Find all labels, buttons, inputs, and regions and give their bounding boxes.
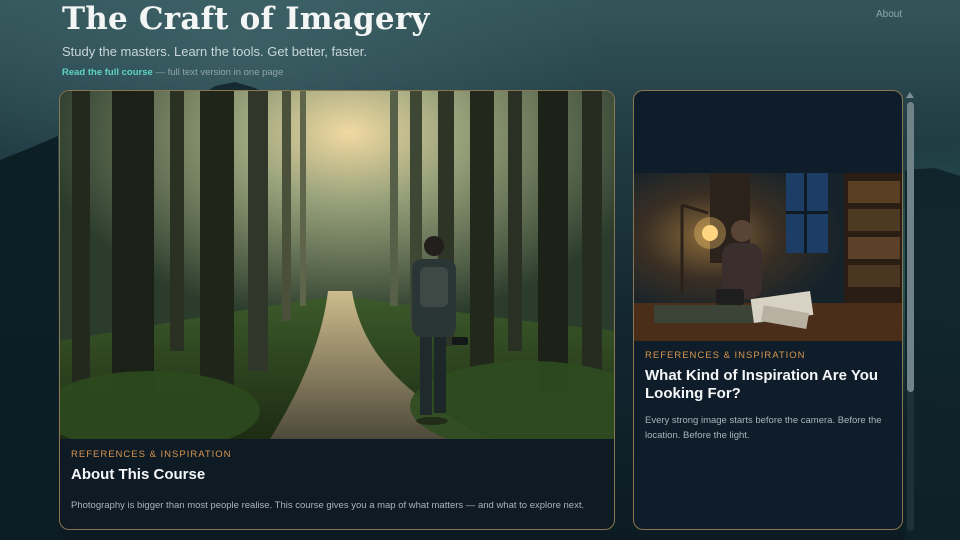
card-category: REFERENCES & INSPIRATION: [71, 449, 232, 460]
card-category: REFERENCES & INSPIRATION: [645, 350, 806, 361]
card-excerpt: Photography is bigger than most people r…: [71, 500, 585, 511]
course-card-about[interactable]: REFERENCES & INSPIRATION About This Cour…: [59, 90, 615, 530]
scroll-thumb[interactable]: [907, 102, 914, 392]
read-full-course-link[interactable]: Read the full course: [62, 67, 153, 78]
card-text: REFERENCES & INSPIRATION What Kind of In…: [645, 350, 891, 443]
card-title[interactable]: What Kind of Inspiration Are You Looking…: [645, 367, 891, 403]
course-card-inspiration[interactable]: REFERENCES & INSPIRATION What Kind of In…: [633, 90, 903, 530]
site-tagline: Study the masters. Learn the tools. Get …: [62, 44, 367, 59]
course-link-note: — full text version in one page: [152, 67, 284, 78]
scroll-up-arrow-icon[interactable]: [906, 92, 914, 98]
forest-photo-icon: [60, 91, 614, 439]
nav-about-link[interactable]: About: [876, 9, 902, 20]
card-title[interactable]: About This Course: [71, 466, 603, 484]
card-text: REFERENCES & INSPIRATION About This Cour…: [71, 449, 603, 513]
site-title: The Craft of Imagery: [62, 1, 430, 37]
vertical-scrollbar[interactable]: [906, 92, 915, 532]
desk-lamp-photo-icon: [634, 173, 902, 341]
card-excerpt: Every strong image starts before the cam…: [645, 415, 882, 441]
course-line: Read the full course — full text version…: [62, 67, 283, 78]
